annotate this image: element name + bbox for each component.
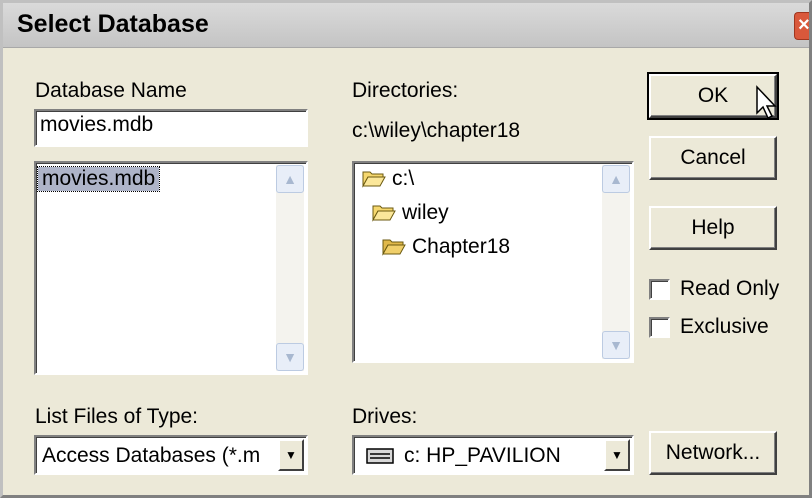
help-button[interactable]: Help xyxy=(649,206,777,250)
dropdown-button[interactable]: ▼ xyxy=(278,439,304,471)
directory-scrollbar[interactable]: ▲ ▼ xyxy=(602,165,630,359)
dialog-title: Select Database xyxy=(17,10,209,38)
drives-dropdown[interactable]: c: HP_PAVILION ▼ xyxy=(352,435,634,475)
read-only-checkbox[interactable] xyxy=(649,278,670,300)
open-folder-icon xyxy=(362,171,386,188)
drive-value: c: HP_PAVILION xyxy=(404,444,561,467)
drives-label: Drives: xyxy=(352,405,418,428)
file-type-dropdown[interactable]: Access Databases (*.m ▼ xyxy=(34,435,308,475)
database-name-value: movies.mdb xyxy=(40,113,154,136)
network-button[interactable]: Network... xyxy=(649,431,777,475)
select-database-dialog: Select Database × Database Name movies.m… xyxy=(0,0,812,498)
network-label: Network... xyxy=(665,441,761,464)
close-button[interactable]: × xyxy=(794,12,809,40)
open-folder-icon xyxy=(372,205,396,222)
arrow-up-icon: ▲ xyxy=(283,171,297,187)
close-icon: × xyxy=(798,14,809,36)
exclusive-option[interactable]: Exclusive xyxy=(649,315,769,339)
ok-label: OK xyxy=(697,84,729,107)
mouse-cursor-icon xyxy=(756,85,777,120)
title-bar: Select Database × xyxy=(3,3,809,48)
directories-label: Directories: xyxy=(352,79,459,102)
dropdown-button[interactable]: ▼ xyxy=(604,439,630,471)
arrow-down-icon: ▼ xyxy=(609,337,623,353)
database-name-input[interactable]: movies.mdb xyxy=(34,109,308,147)
exclusive-checkbox[interactable] xyxy=(649,316,670,338)
read-only-option[interactable]: Read Only xyxy=(649,277,779,301)
chevron-down-icon: ▼ xyxy=(285,448,297,462)
exclusive-label: Exclusive xyxy=(680,315,769,338)
current-path: c:\wiley\chapter18 xyxy=(352,119,521,142)
directory-listbox[interactable]: c:\ wiley Chapter18 ▲ ▼ xyxy=(352,161,634,363)
arrow-up-icon: ▲ xyxy=(609,171,623,187)
chevron-down-icon: ▼ xyxy=(611,448,623,462)
help-label: Help xyxy=(691,216,735,239)
file-list-scrollbar[interactable]: ▲ ▼ xyxy=(276,165,304,371)
list-item[interactable]: movies.mdb xyxy=(36,166,161,192)
scroll-up-button[interactable]: ▲ xyxy=(602,165,630,193)
read-only-label: Read Only xyxy=(680,277,780,300)
file-listbox[interactable]: movies.mdb ▲ ▼ xyxy=(34,161,308,375)
cancel-button[interactable]: Cancel xyxy=(649,136,777,180)
list-item[interactable]: c:\ xyxy=(362,167,414,191)
directory-label: wiley xyxy=(402,201,449,224)
scroll-up-button[interactable]: ▲ xyxy=(276,165,304,193)
database-name-label: Database Name xyxy=(35,79,187,102)
cancel-label: Cancel xyxy=(680,146,746,169)
directory-label: Chapter18 xyxy=(412,235,511,258)
list-item[interactable]: Chapter18 xyxy=(382,235,510,259)
list-type-label: List Files of Type: xyxy=(35,405,199,428)
file-item-label: movies.mdb xyxy=(36,166,161,192)
list-item[interactable]: wiley xyxy=(372,201,449,225)
directory-label: c:\ xyxy=(392,167,415,190)
open-folder-icon xyxy=(382,239,406,256)
scroll-down-button[interactable]: ▼ xyxy=(276,343,304,371)
arrow-down-icon: ▼ xyxy=(283,349,297,365)
drive-icon xyxy=(366,448,394,464)
file-type-value: Access Databases (*.m xyxy=(42,444,261,467)
scroll-down-button[interactable]: ▼ xyxy=(602,331,630,359)
